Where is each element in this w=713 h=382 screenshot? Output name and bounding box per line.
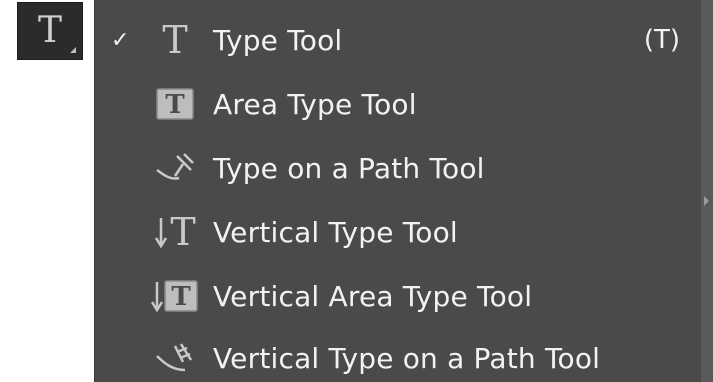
menu-item-label: Type Tool: [213, 23, 343, 57]
menu-item-vertical-type-on-path-tool[interactable]: Vertical Type on a Path Tool: [95, 326, 702, 382]
type-icon-glyph: T: [162, 18, 188, 62]
menu-item-label: Area Type Tool: [213, 87, 417, 121]
type-on-path-icon: [147, 144, 203, 192]
menu-item-vertical-area-type-tool[interactable]: T Vertical Area Type Tool: [95, 264, 702, 328]
vertical-area-type-icon: T: [147, 272, 203, 320]
vertical-type-icon: T: [147, 208, 203, 256]
menu-item-label: Vertical Area Type Tool: [213, 279, 533, 313]
menu-item-label: Vertical Type on a Path Tool: [213, 341, 601, 375]
menu-item-type-tool[interactable]: ✓ T Type Tool (T): [95, 8, 702, 72]
vertical-type-on-path-icon: [147, 334, 203, 382]
menu-item-label: Type on a Path Tool: [213, 151, 485, 185]
menu-item-label: Vertical Type Tool: [213, 215, 458, 249]
menu-item-type-on-path-tool[interactable]: Type on a Path Tool: [95, 136, 702, 200]
checkmark-icon: ✓: [111, 27, 130, 53]
type-tool-button[interactable]: T: [17, 2, 83, 60]
menu-item-area-type-tool[interactable]: T Area Type Tool: [95, 72, 702, 136]
menu-edge-strip: [701, 0, 713, 382]
menu-item-vertical-type-tool[interactable]: T Vertical Type Tool: [95, 200, 702, 264]
submenu-arrow-icon: [704, 196, 709, 206]
vertical-area-type-icon-glyph: T: [171, 282, 191, 312]
vertical-type-icon-glyph: T: [170, 210, 196, 254]
area-type-icon: T: [147, 80, 203, 128]
type-tool-icon: T: [37, 10, 62, 51]
type-icon: T: [147, 16, 203, 64]
screenshot-stage: T ✓ T Type Tool (T) T Area Type Tool Typ…: [0, 0, 713, 382]
area-type-icon-glyph: T: [165, 90, 185, 120]
menu-item-shortcut: (T): [643, 25, 680, 55]
flyout-indicator-icon: [70, 47, 76, 53]
type-tools-flyout-menu: ✓ T Type Tool (T) T Area Type Tool Type …: [94, 0, 701, 382]
